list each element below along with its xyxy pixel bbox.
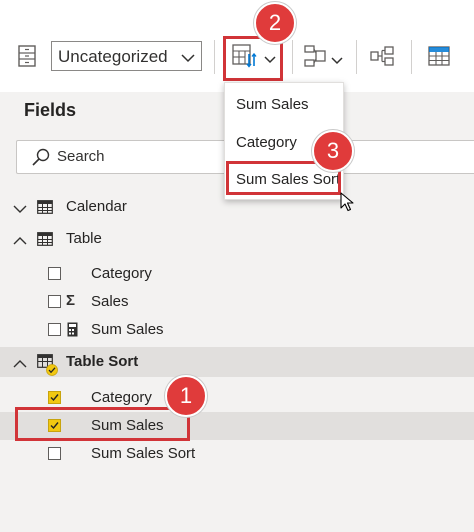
field-row-sum-sales[interactable]: Sum Sales (0, 316, 474, 344)
callout-badge-2: 2 (254, 2, 296, 44)
search-placeholder: Search (57, 148, 105, 165)
menu-item-label: Category (236, 134, 297, 151)
field-checkbox[interactable] (48, 323, 61, 336)
data-category-dropdown[interactable]: Uncategorized (51, 41, 202, 71)
field-name: Sum Sales Sort (91, 445, 196, 462)
table-icon[interactable] (428, 46, 450, 71)
table-row-table-sort[interactable]: Table Sort (0, 347, 474, 377)
column-tools-toolbar: Uncategorized (0, 0, 474, 92)
table-name: Table (66, 230, 102, 247)
field-row-sum-sales-sort[interactable]: Sum Sales Sort (0, 440, 474, 468)
field-row-sales[interactable]: Σ Sales (0, 288, 474, 316)
chevron-up-icon[interactable] (13, 233, 27, 251)
toolbar-separator (411, 40, 412, 74)
menu-item-sum-sales[interactable]: Sum Sales (225, 89, 345, 119)
callout-badge-3: 3 (312, 130, 354, 172)
search-icon (31, 148, 51, 171)
field-name: Category (91, 265, 152, 282)
data-category-icon[interactable] (18, 45, 36, 72)
mouse-pointer-icon (340, 192, 354, 217)
field-checkbox[interactable] (48, 267, 61, 280)
toolbar-separator (214, 40, 215, 74)
table-name: Table Sort (66, 353, 139, 370)
field-name: Category (91, 389, 152, 406)
table-row-table[interactable]: Table (0, 225, 474, 253)
selected-check-badge-icon (46, 363, 58, 381)
toolbar-separator (356, 40, 357, 74)
table-icon (37, 200, 53, 219)
chevron-down-icon (331, 52, 343, 70)
calculator-icon (67, 322, 78, 342)
group-icon (304, 45, 326, 72)
field-checkbox[interactable] (48, 295, 61, 308)
field-row-category[interactable]: Category (0, 260, 474, 288)
field-name: Sales (91, 293, 129, 310)
field-checkbox[interactable] (48, 447, 61, 460)
sum-sales-field-highlight (15, 407, 190, 441)
callout-badge-1: 1 (165, 375, 207, 417)
sigma-icon: Σ (66, 292, 76, 309)
chevron-down-icon[interactable] (13, 201, 27, 219)
chevron-up-icon[interactable] (13, 356, 27, 374)
table-icon (37, 232, 53, 251)
table-name: Calendar (66, 198, 127, 215)
menu-item-label: Sum Sales (236, 96, 309, 113)
chevron-down-icon (181, 50, 195, 68)
power-bi-screen: Uncategorized Fields Search Calendar Tab… (0, 0, 474, 532)
field-checkbox[interactable] (48, 391, 61, 404)
manage-relationships-icon[interactable] (370, 46, 394, 71)
field-name: Sum Sales (91, 321, 164, 338)
fields-pane-title: Fields (24, 100, 77, 120)
data-category-value: Uncategorized (58, 47, 168, 66)
toolbar-separator (292, 40, 293, 74)
